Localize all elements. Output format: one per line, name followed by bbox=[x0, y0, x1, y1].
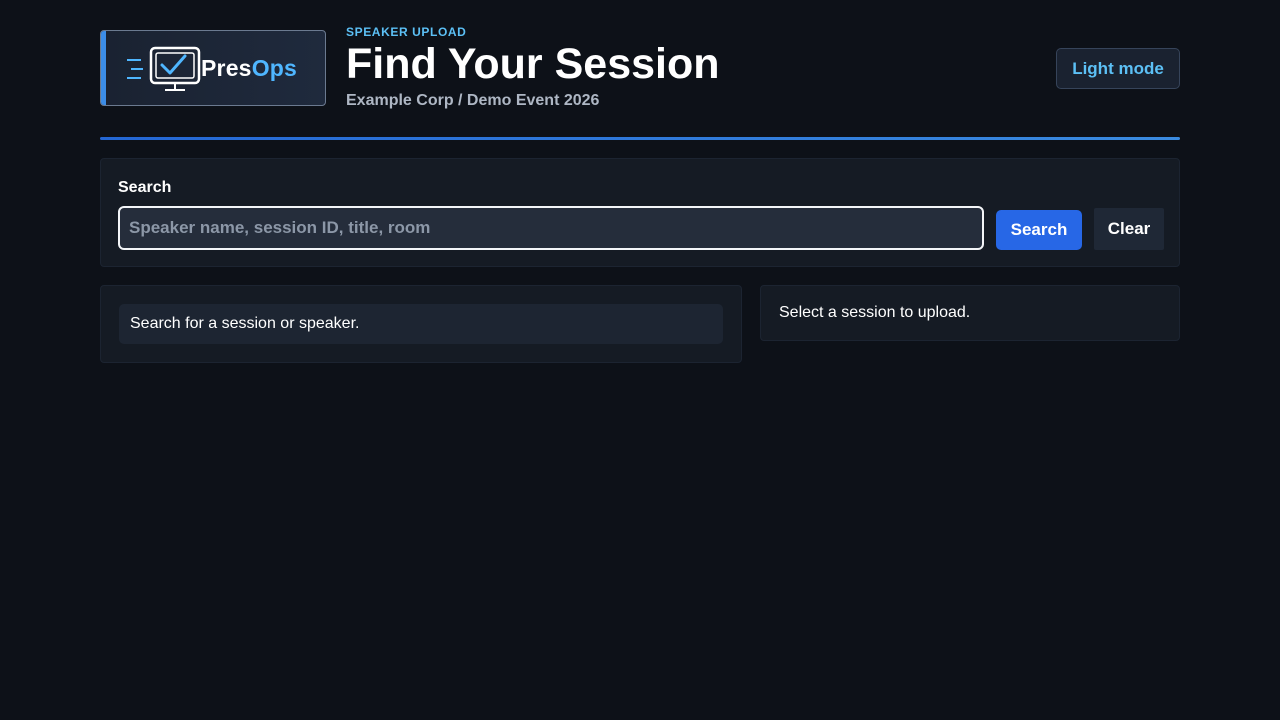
upload-empty-message: Select a session to upload. bbox=[779, 304, 971, 321]
brand-wordmark: PresOps bbox=[201, 55, 297, 82]
logo-accent-bar bbox=[101, 31, 106, 105]
page-eyebrow: SPEAKER UPLOAD bbox=[346, 25, 467, 39]
search-label: Search bbox=[118, 179, 172, 196]
search-button[interactable]: Search bbox=[996, 210, 1082, 250]
clear-button[interactable]: Clear bbox=[1094, 208, 1164, 250]
brand-logo: PresOps bbox=[100, 30, 326, 106]
monitor-check-icon bbox=[127, 46, 201, 91]
title-block: SPEAKER UPLOAD Find Your Session Example… bbox=[346, 25, 720, 110]
header: PresOps SPEAKER UPLOAD Find Your Session… bbox=[100, 25, 1180, 110]
page-subtitle: Example Corp / Demo Event 2026 bbox=[346, 92, 600, 109]
theme-toggle-button[interactable]: Light mode bbox=[1056, 48, 1180, 89]
results-empty-message: Search for a session or speaker. bbox=[119, 304, 723, 344]
search-input[interactable] bbox=[118, 206, 984, 250]
brand-word-part1: Pres bbox=[201, 55, 252, 81]
header-divider bbox=[100, 137, 1180, 140]
brand-word-part2: Ops bbox=[251, 55, 298, 81]
page-title: Find Your Session bbox=[346, 40, 720, 88]
upload-panel: Select a session to upload. bbox=[760, 285, 1180, 341]
search-panel: Search Search Clear bbox=[100, 158, 1180, 267]
results-panel: Search for a session or speaker. bbox=[100, 285, 742, 363]
